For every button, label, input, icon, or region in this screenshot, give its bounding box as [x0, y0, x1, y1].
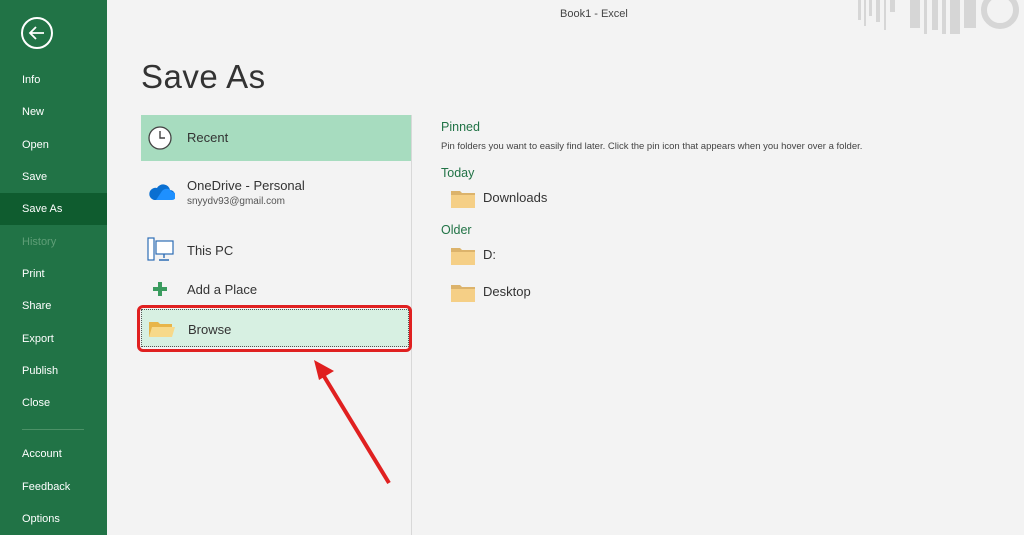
nav-divider — [22, 429, 84, 430]
pinned-title: Pinned — [441, 120, 480, 134]
cloud-icon — [149, 184, 175, 200]
folder-icon — [451, 285, 475, 302]
location-this-pc[interactable]: This PC — [141, 227, 411, 273]
older-title: Older — [441, 223, 472, 237]
plus-icon — [153, 282, 167, 296]
window-title: Book1 - Excel — [560, 8, 628, 20]
nav-account[interactable]: Account — [0, 438, 107, 470]
folder-icon — [451, 191, 475, 208]
nav-share[interactable]: Share — [0, 290, 107, 322]
location-onedrive[interactable]: OneDrive - Personal snyydv93@gmail.com — [141, 171, 411, 219]
add-place-label: Add a Place — [187, 282, 258, 297]
backstage-nav: Info New Open Save Save As History Print… — [0, 0, 107, 535]
location-recent[interactable]: Recent — [141, 115, 411, 161]
folder-label: Downloads — [483, 190, 548, 205]
this-pc-label: This PC — [187, 243, 234, 258]
nav-feedback[interactable]: Feedback — [0, 471, 107, 503]
back-button[interactable] — [21, 17, 53, 49]
location-recent-label: Recent — [187, 130, 229, 145]
annotation-arrow-icon — [314, 360, 391, 485]
onedrive-email: snyydv93@gmail.com — [187, 196, 285, 207]
folder-downloads[interactable]: Downloads — [451, 186, 651, 212]
nav-publish[interactable]: Publish — [0, 355, 107, 387]
pinned-hint: Pin folders you want to easily find late… — [441, 141, 863, 152]
nav-print[interactable]: Print — [0, 258, 107, 290]
nav-history: History — [22, 236, 57, 248]
nav-save-as[interactable]: Save As — [0, 193, 107, 225]
back-arrow-icon — [28, 26, 44, 40]
onedrive-label: OneDrive - Personal — [187, 178, 305, 193]
folder-desktop[interactable]: Desktop — [451, 280, 651, 306]
nav-options[interactable]: Options — [0, 503, 107, 535]
nav-save[interactable]: Save — [0, 161, 107, 193]
today-title: Today — [441, 166, 475, 180]
nav-info[interactable]: Info — [0, 64, 107, 96]
nav-new[interactable]: New — [0, 96, 107, 128]
page-title: Save As — [141, 58, 266, 95]
clock-icon — [148, 126, 172, 150]
folder-icon — [451, 248, 475, 265]
folder-label: Desktop — [483, 284, 531, 299]
folder-d-drive[interactable]: D: — [451, 243, 651, 269]
annotation-highlight-box — [137, 305, 412, 352]
nav-export[interactable]: Export — [0, 323, 107, 355]
nav-close[interactable]: Close — [0, 387, 107, 419]
computer-icon — [147, 237, 174, 261]
decorative-pattern-icon — [858, 0, 1019, 34]
folder-label: D: — [483, 247, 496, 262]
nav-open[interactable]: Open — [0, 129, 107, 161]
